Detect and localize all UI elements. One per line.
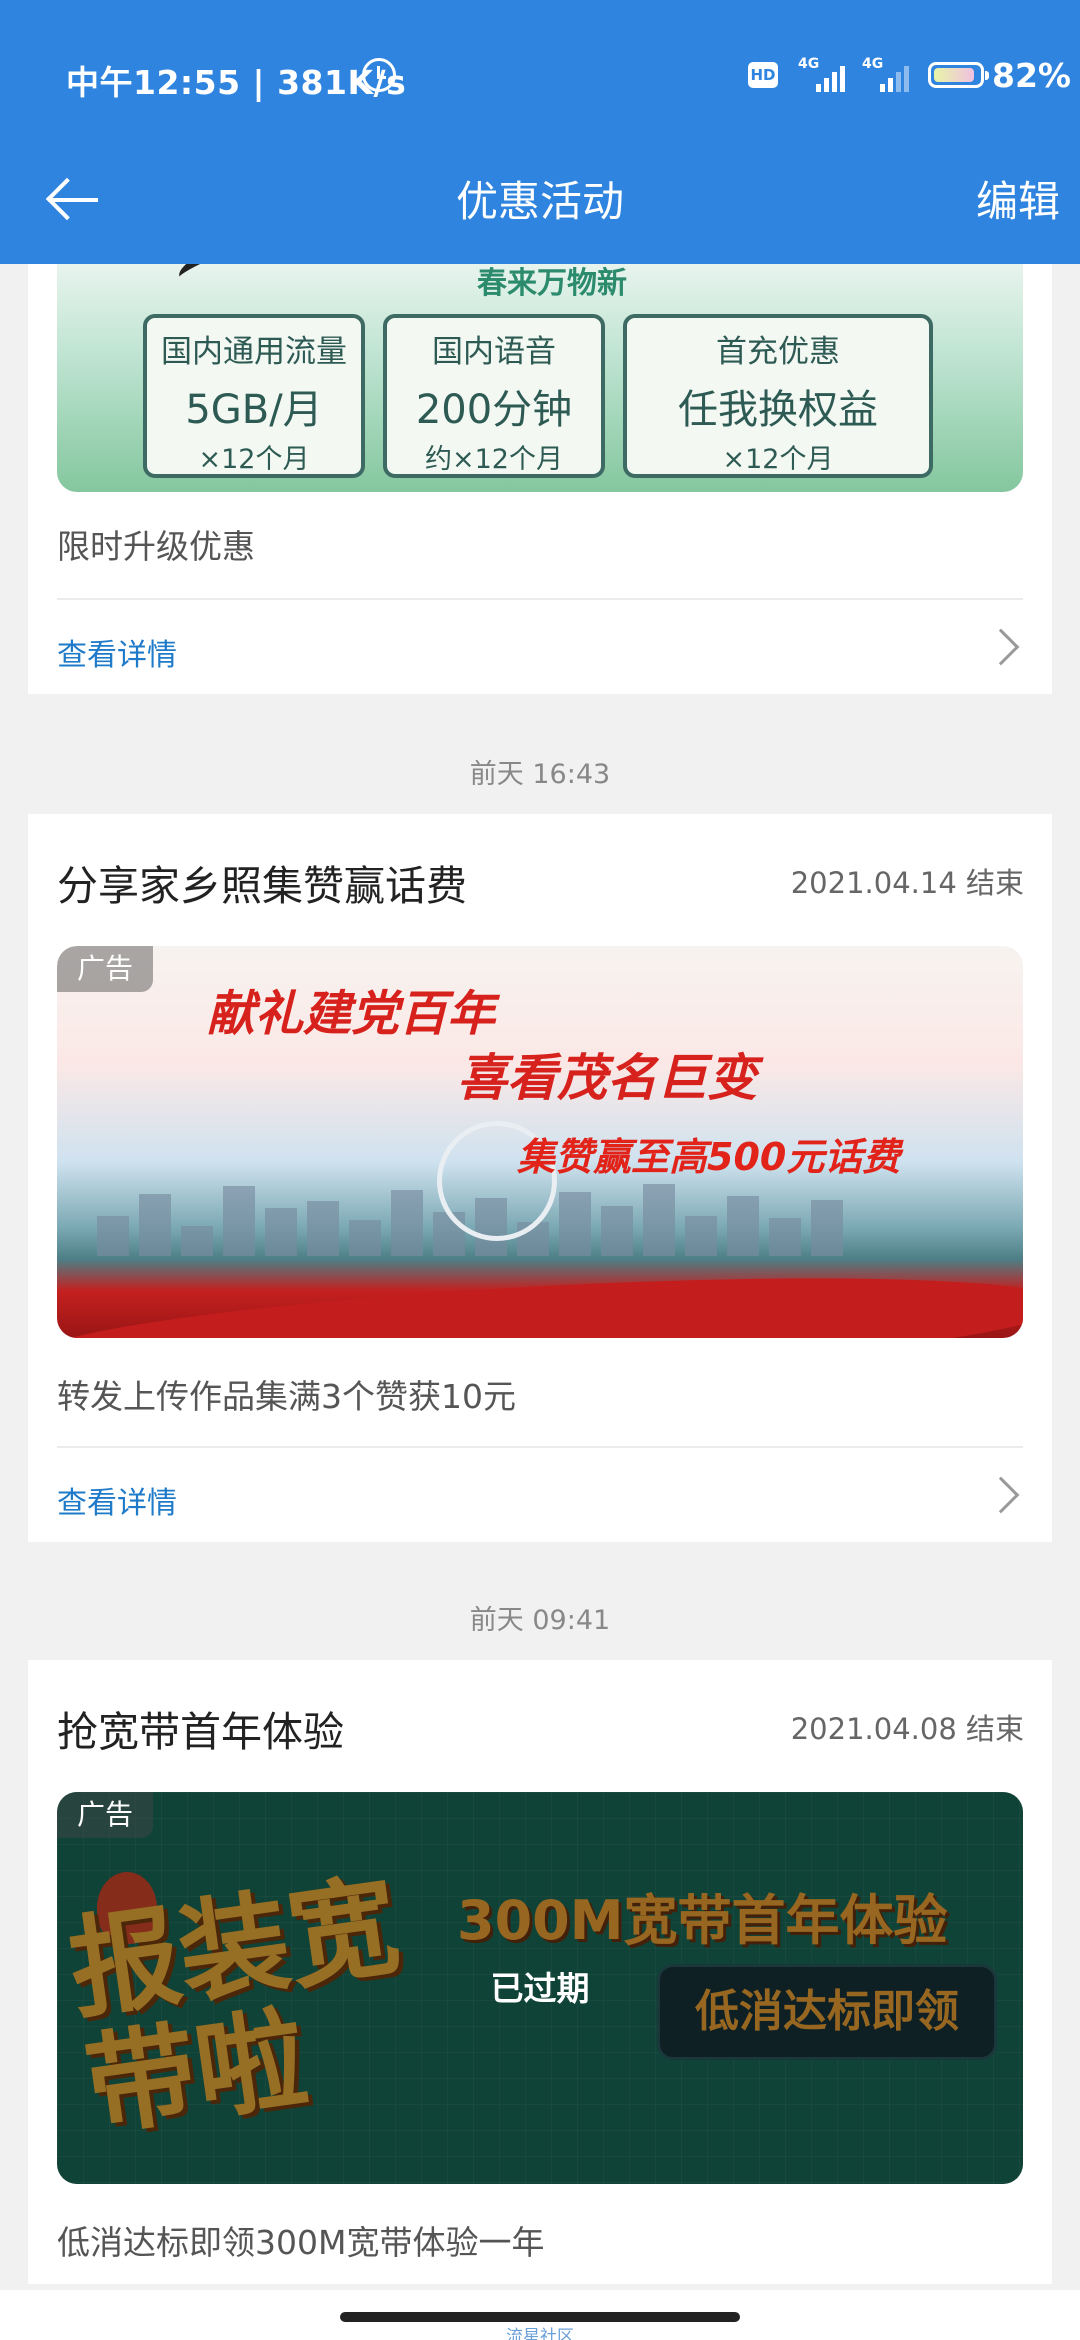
box-title: 国内语音 xyxy=(432,334,556,370)
promo-description: 限时升级优惠 xyxy=(57,527,255,566)
box-value: 任我换权益 xyxy=(678,387,878,433)
chevron-right-icon[interactable] xyxy=(982,628,1020,666)
box-sub: 约×12个月 xyxy=(425,444,563,475)
view-details-link[interactable]: 查看详情 xyxy=(57,630,177,674)
edit-button[interactable]: 编辑 xyxy=(976,168,1060,229)
banner-slogan: 春来万物新 xyxy=(477,266,627,301)
promo-description: 低消达标即领300M宽带体验一年 xyxy=(57,2223,545,2262)
promo-banner[interactable]: 春来万物新 国内通用流量 5GB/月 ×12个月 国内语音 200分钟 约×12… xyxy=(57,264,1023,492)
battery-icon xyxy=(928,62,989,88)
ad-badge: 广告 xyxy=(57,1792,153,1838)
top-bar: 中午12:55 | 381K/s HD 4G 4G 82% 优惠活动 编辑 xyxy=(0,0,1080,264)
divider xyxy=(57,598,1023,600)
box-value: 200分钟 xyxy=(415,387,573,433)
promo-title: 抢宽带首年体验 xyxy=(57,1708,344,1756)
ad-badge: 广告 xyxy=(57,946,153,992)
banner-subheadline: 喜看茂名巨变 xyxy=(457,1049,757,1107)
banner-headline: 献礼建党百年 xyxy=(207,986,496,1042)
expired-label: 已过期 xyxy=(490,1969,590,2008)
end-date: 2021.04.14 结束 xyxy=(790,866,1024,900)
signal-icon: 4G xyxy=(862,56,918,92)
chevron-right-icon[interactable] xyxy=(982,1476,1020,1514)
ribbon-decoration xyxy=(57,1258,1023,1338)
battery-percent: 82% xyxy=(992,56,1071,95)
promo-banner[interactable]: 献礼建党百年 喜看茂名巨变 集赞赢至高500元话费 广告 xyxy=(57,946,1023,1338)
banner-box: 国内通用流量 5GB/月 ×12个月 xyxy=(143,314,365,478)
box-title: 首充优惠 xyxy=(716,334,840,370)
promo-title: 分享家乡照集赞赢话费 xyxy=(57,862,467,910)
end-date: 2021.04.08 结束 xyxy=(790,1712,1024,1746)
box-sub: ×12个月 xyxy=(198,444,310,475)
timestamp: 前天 09:41 xyxy=(469,1605,611,1636)
watermark: 流星社区 xyxy=(506,2327,574,2340)
status-time: 中午12:55 | 381K/s xyxy=(66,63,407,102)
banner-offer: 集赞赢至高500元话费 xyxy=(517,1135,901,1179)
timestamp: 前天 16:43 xyxy=(469,759,611,790)
promo-banner[interactable]: 报装宽带啦 300M宽带首年体验 低消达标即领 已过期 广告 xyxy=(57,1792,1023,2184)
bird-decoration xyxy=(174,264,236,287)
arrow-left-icon[interactable] xyxy=(44,170,104,230)
banner-box: 首充优惠 任我换权益 ×12个月 xyxy=(623,314,933,478)
banner-box: 国内语音 200分钟 约×12个月 xyxy=(383,314,605,478)
hd-badge: HD xyxy=(748,62,778,88)
promotion-card: 抢宽带首年体验 2021.04.08 结束 报装宽带啦 300M宽带首年体验 低… xyxy=(28,1660,1052,2284)
box-value: 5GB/月 xyxy=(185,387,323,433)
signal-icon: 4G xyxy=(798,56,854,92)
view-details-link[interactable]: 查看详情 xyxy=(57,1478,177,1522)
alarm-icon xyxy=(362,58,396,92)
page-title: 优惠活动 xyxy=(455,177,624,226)
promo-description: 转发上传作品集满3个赞获10元 xyxy=(57,1377,516,1416)
promotion-card: 春来万物新 国内通用流量 5GB/月 ×12个月 国内语音 200分钟 约×12… xyxy=(28,264,1052,694)
status-bar: 中午12:55 | 381K/s HD 4G 4G 82% xyxy=(0,0,1080,150)
box-sub: ×12个月 xyxy=(722,444,834,475)
promotion-list[interactable]: 春来万物新 国内通用流量 5GB/月 ×12个月 国内语音 200分钟 约×12… xyxy=(0,264,1080,2304)
box-title: 国内通用流量 xyxy=(161,334,347,370)
promotion-card: 分享家乡照集赞赢话费 2021.04.14 结束 献礼建党百年 喜看茂名巨变 集… xyxy=(28,814,1052,1542)
home-indicator[interactable] xyxy=(340,2312,740,2322)
divider xyxy=(57,1446,1023,1448)
